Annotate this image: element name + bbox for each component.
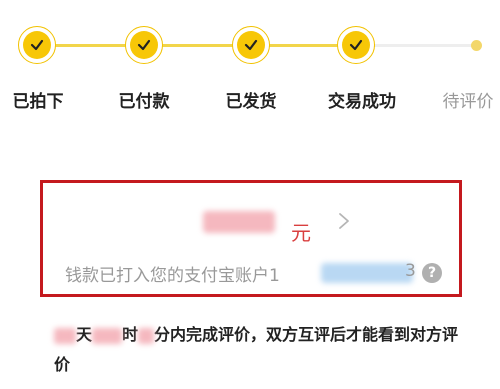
check-icon <box>130 31 158 59</box>
account-info-text: 钱款已打入您的支付宝账户1 <box>65 261 280 286</box>
order-progress: 已拍下 已付款 已发货 交易成功 待评价 <box>0 0 500 130</box>
step-label-shipped: 已发货 <box>225 92 277 112</box>
check-icon <box>237 31 265 59</box>
help-icon[interactable]: ? <box>422 263 442 283</box>
note-hour-unit: 时 <box>122 325 139 344</box>
step-2-marker <box>125 26 163 64</box>
step-5-pending-dot <box>471 40 482 51</box>
payout-amount-row[interactable]: 元 <box>43 203 459 245</box>
note-day-unit: 天 <box>76 325 93 344</box>
step-label-paid: 已付款 <box>118 92 170 112</box>
step-label-to-review: 待评价 <box>442 92 494 112</box>
payout-card[interactable]: 元 钱款已打入您的支付宝账户1 3 ? <box>40 180 462 297</box>
account-message: 钱款已打入您的支付宝账户 <box>65 266 269 286</box>
account-number-prefix: 1 <box>269 266 280 286</box>
step-label-placed: 已拍下 <box>12 92 64 112</box>
chevron-right-icon[interactable] <box>337 211 351 231</box>
account-number-suffix: 3 <box>405 261 416 281</box>
step-1-marker <box>18 26 56 64</box>
check-icon <box>23 31 51 59</box>
redacted-amount <box>203 211 275 233</box>
redacted-days <box>54 327 76 344</box>
redacted-minutes <box>138 327 155 344</box>
redacted-account-number <box>321 263 413 283</box>
step-label-completed: 交易成功 <box>328 92 396 112</box>
step-3-marker <box>232 26 270 64</box>
check-icon <box>342 31 370 59</box>
step-4-marker <box>337 26 375 64</box>
redacted-hours <box>92 327 123 344</box>
currency-unit: 元 <box>291 221 311 245</box>
progress-track-pending <box>375 44 475 47</box>
review-deadline-note: 天时分内完成评价，双方互评后才能看到对方评价 <box>54 320 464 380</box>
